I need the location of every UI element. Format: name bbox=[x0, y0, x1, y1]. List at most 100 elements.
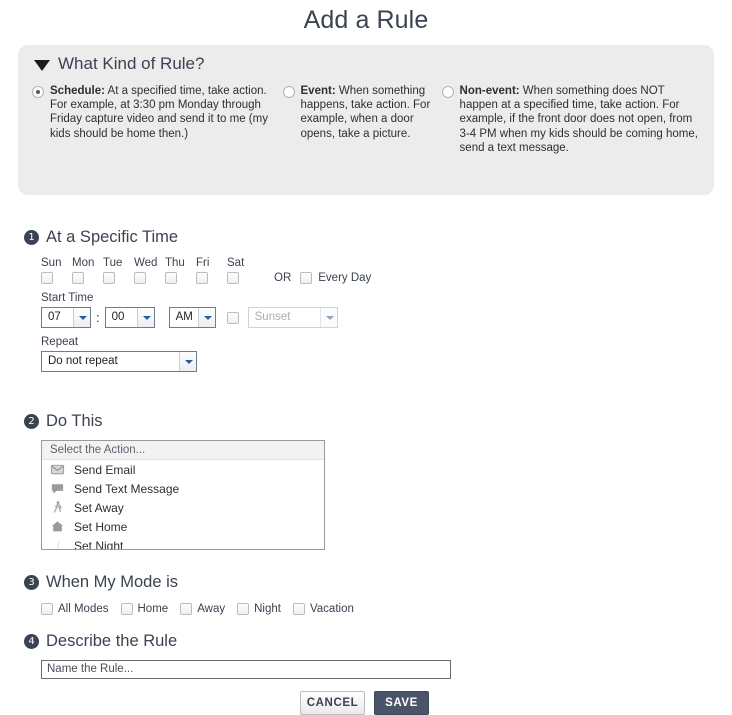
meridiem-value: AM bbox=[175, 311, 193, 324]
page-title: Add a Rule bbox=[303, 6, 429, 34]
step3-heading: 3 When My Mode is bbox=[24, 573, 366, 592]
checkbox-vacation[interactable] bbox=[292, 603, 305, 615]
hour-select[interactable]: 07 bbox=[41, 307, 91, 329]
day-label-row: Sun Mon Tue Wed Thu Fri Sat bbox=[41, 257, 371, 269]
start-time-label: Start Time bbox=[41, 292, 94, 305]
checkbox-every-day[interactable] bbox=[300, 272, 313, 285]
action-label: Send Email bbox=[74, 462, 136, 477]
step1-badge: 1 bbox=[24, 230, 39, 245]
rule-kind-header[interactable]: What Kind of Rule? bbox=[18, 45, 714, 74]
checkbox-night[interactable] bbox=[237, 603, 250, 615]
mode-label: All Modes bbox=[58, 603, 109, 615]
checkbox-all-modes[interactable] bbox=[41, 603, 53, 615]
step2-title: Do This bbox=[46, 412, 103, 430]
day-label-thu: Thu bbox=[165, 257, 185, 269]
form-actions: CANCEL SAVE bbox=[300, 691, 429, 715]
checkbox-mon[interactable] bbox=[72, 272, 84, 284]
action-item-set-home[interactable]: Set Home bbox=[42, 517, 324, 536]
checkbox-home[interactable] bbox=[120, 603, 133, 615]
radio-schedule-label: Schedule: bbox=[50, 85, 105, 97]
checkbox-sun[interactable] bbox=[41, 272, 53, 284]
radio-option-schedule[interactable]: Schedule: At a specified time, take acti… bbox=[32, 84, 283, 155]
mode-label: Night bbox=[254, 603, 281, 615]
envelope-icon bbox=[50, 464, 65, 475]
or-label: OR bbox=[274, 272, 292, 285]
section-specific-time: 1 At a Specific Time Sun Mon Tue Wed Thu… bbox=[24, 228, 371, 373]
step2-badge: 2 bbox=[24, 414, 39, 429]
action-label: Send Text Message bbox=[74, 481, 180, 496]
mode-option-away[interactable]: Away bbox=[180, 603, 225, 615]
day-label-sat: Sat bbox=[227, 257, 245, 269]
start-time-controls: 07 : 00 AM Sunset bbox=[41, 307, 371, 329]
sunset-select[interactable]: Sunset bbox=[247, 307, 338, 329]
action-placeholder[interactable]: Select the Action... bbox=[42, 441, 324, 460]
repeat-value: Do not repeat bbox=[48, 355, 118, 368]
step4-heading: 4 Describe the Rule bbox=[24, 632, 451, 651]
time-colon: : bbox=[96, 310, 100, 326]
speech-bubble-icon bbox=[51, 484, 64, 494]
mode-option-all-modes[interactable]: All Modes bbox=[41, 603, 109, 615]
action-item-set-night[interactable]: Set Night bbox=[42, 536, 324, 550]
minute-select[interactable]: 00 bbox=[104, 307, 155, 329]
radio-option-event[interactable]: Event: When something happens, take acti… bbox=[282, 84, 442, 155]
meridiem-select[interactable]: AM bbox=[168, 307, 216, 329]
rule-name-input[interactable]: Name the Rule... bbox=[41, 660, 451, 679]
rule-kind-options: Schedule: At a specified time, take acti… bbox=[18, 74, 714, 155]
rule-kind-panel: What Kind of Rule? Schedule: At a specif… bbox=[18, 45, 714, 195]
action-label: Set Home bbox=[74, 519, 128, 534]
radio-option-non-event[interactable]: Non-event: When something does NOT happe… bbox=[441, 84, 702, 155]
radio-event-icon[interactable] bbox=[282, 86, 295, 98]
radio-option-non-event-text: Non-event: When something does NOT happe… bbox=[460, 84, 702, 155]
minute-value: 00 bbox=[111, 311, 125, 324]
radio-non-event-icon[interactable] bbox=[441, 86, 454, 98]
checkbox-fri[interactable] bbox=[196, 272, 208, 284]
radio-option-event-text: Event: When something happens, take acti… bbox=[301, 84, 442, 141]
mode-option-night[interactable]: Night bbox=[237, 603, 281, 615]
sunset-value: Sunset bbox=[254, 311, 291, 324]
step4-badge: 4 bbox=[24, 634, 39, 649]
step2-heading: 2 Do This bbox=[24, 412, 325, 431]
chevron-down-icon[interactable] bbox=[136, 308, 154, 328]
action-item-set-away[interactable]: Set Away bbox=[42, 498, 324, 517]
action-label: Set Away bbox=[74, 500, 124, 515]
action-item-send-email[interactable]: Send Email bbox=[42, 460, 324, 479]
chevron-down-icon[interactable] bbox=[319, 308, 337, 328]
day-label-mon: Mon bbox=[72, 257, 95, 269]
checkbox-tue[interactable] bbox=[103, 272, 115, 284]
mode-label: Vacation bbox=[309, 603, 354, 615]
checkbox-thu[interactable] bbox=[165, 272, 177, 284]
day-selector: Sun Mon Tue Wed Thu Fri Sat OR Every Day bbox=[41, 257, 371, 285]
mode-option-home[interactable]: Home bbox=[120, 603, 169, 615]
crescent-moon-icon bbox=[57, 540, 61, 549]
action-item-send-text-message[interactable]: Send Text Message bbox=[42, 479, 324, 498]
day-label-tue: Tue bbox=[103, 257, 123, 269]
checkbox-sat[interactable] bbox=[227, 272, 239, 284]
repeat-select[interactable]: Do not repeat bbox=[41, 351, 197, 373]
chevron-down-icon[interactable] bbox=[179, 352, 196, 372]
mode-label: Home bbox=[137, 603, 169, 615]
action-label: Set Night bbox=[74, 538, 124, 550]
hour-value: 07 bbox=[48, 311, 61, 324]
cancel-button[interactable]: CANCEL bbox=[300, 691, 365, 715]
rule-kind-title: What Kind of Rule? bbox=[58, 54, 205, 73]
checkbox-sunset[interactable] bbox=[226, 311, 239, 324]
step4-title: Describe the Rule bbox=[46, 632, 178, 650]
chevron-down-icon[interactable] bbox=[197, 308, 215, 328]
chevron-down-icon[interactable] bbox=[73, 308, 90, 328]
triangle-down-icon[interactable] bbox=[34, 59, 50, 71]
radio-event-label: Event: bbox=[300, 85, 336, 97]
section-do-this: 2 Do This Select the Action... Send Emai… bbox=[24, 412, 325, 550]
save-button[interactable]: SAVE bbox=[374, 691, 429, 715]
house-icon bbox=[51, 521, 64, 532]
day-label-fri: Fri bbox=[196, 257, 210, 269]
checkbox-away[interactable] bbox=[180, 603, 193, 615]
action-listbox[interactable]: Select the Action... Send Email Send Tex… bbox=[41, 440, 325, 550]
mode-option-vacation[interactable]: Vacation bbox=[292, 603, 354, 615]
checkbox-wed[interactable] bbox=[134, 272, 146, 284]
radio-non-event-label: Non-event: bbox=[459, 85, 520, 97]
radio-option-schedule-text: Schedule: At a specified time, take acti… bbox=[50, 84, 283, 141]
day-label-sun: Sun bbox=[41, 257, 62, 269]
radio-schedule-icon[interactable] bbox=[32, 86, 44, 98]
section-describe-the-rule: 4 Describe the Rule Name the Rule... bbox=[24, 632, 451, 679]
step1-heading: 1 At a Specific Time bbox=[24, 228, 371, 247]
